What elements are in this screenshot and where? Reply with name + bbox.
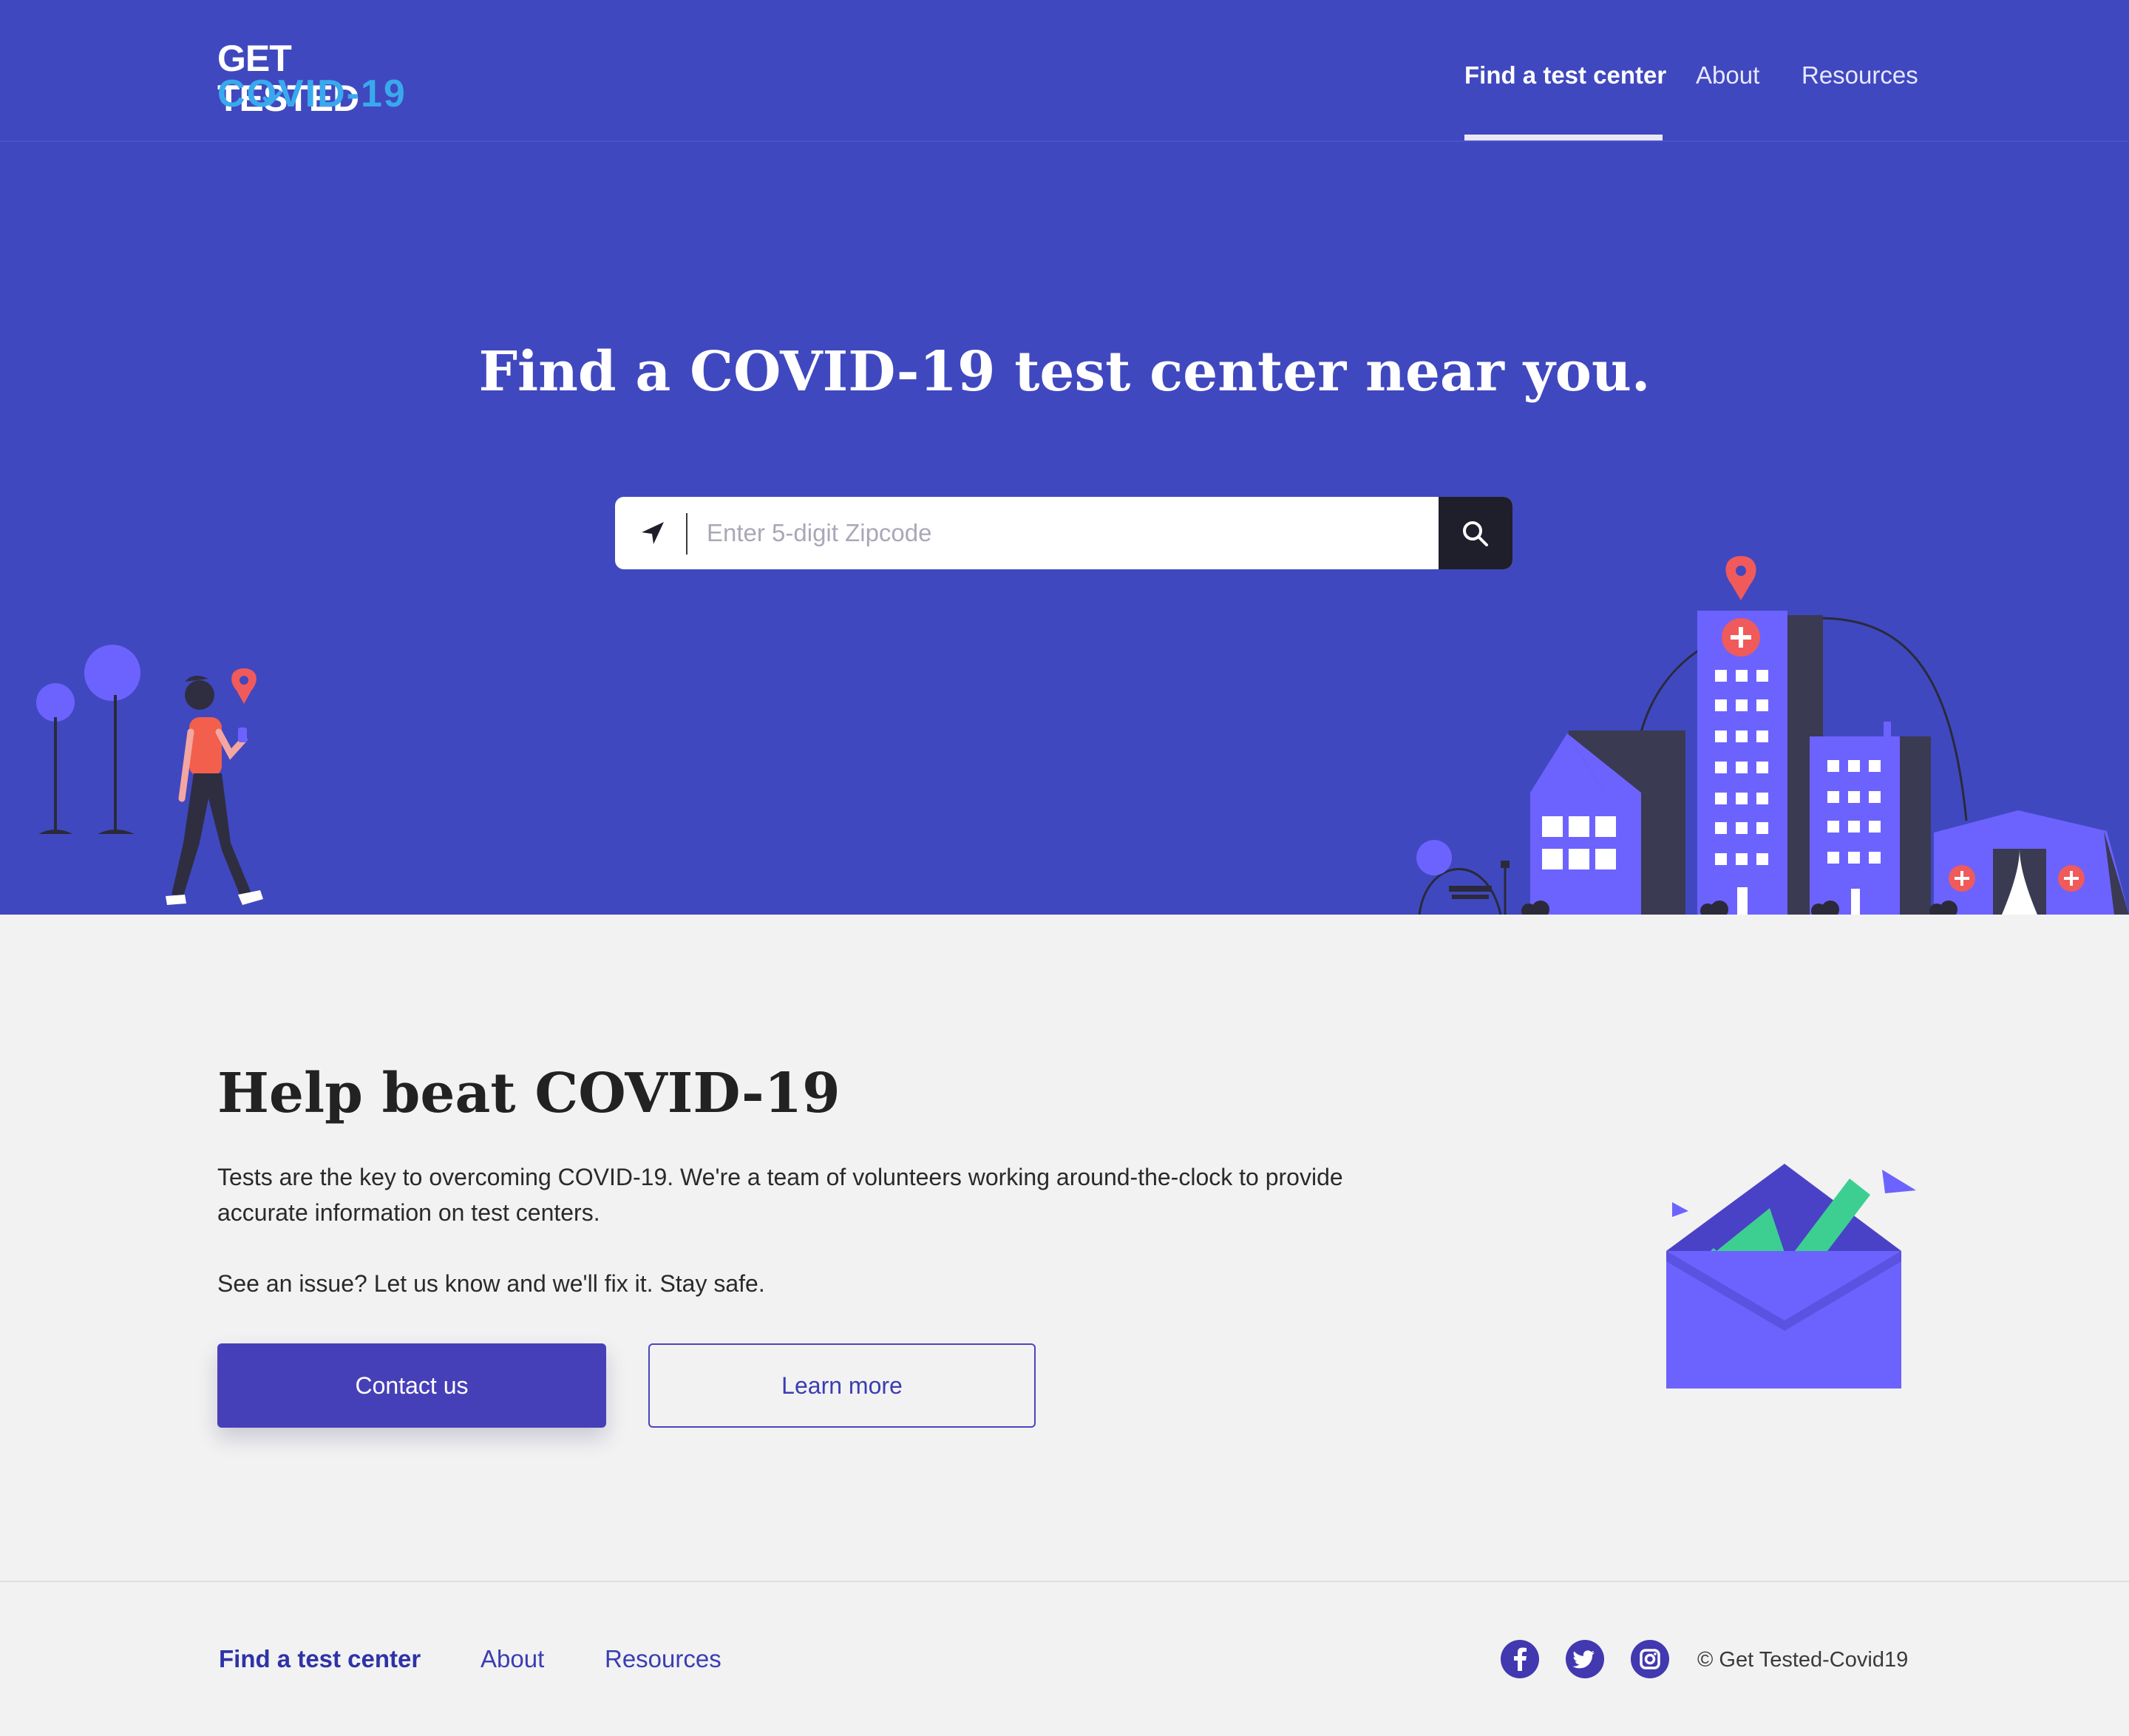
copyright-text: © Get Tested-Covid19 [1697, 1648, 1909, 1672]
logo-line2: COVID-19 [217, 72, 407, 115]
envelope-check-illustration [1666, 1164, 1916, 1389]
help-paragraph-2: See an issue? Let us know and we'll fix … [217, 1270, 765, 1297]
logo-check-icon [262, 90, 282, 106]
help-section-title: Help beat COVID-19 [217, 1062, 841, 1125]
learn-more-button[interactable]: Learn more [648, 1343, 1036, 1428]
footer-nav-about[interactable]: About [481, 1644, 544, 1674]
twitter-icon [1572, 1650, 1595, 1669]
footer-nav-resources[interactable]: Resources [605, 1644, 721, 1674]
nav-active-underline [1464, 135, 1663, 140]
footer-divider [0, 1581, 2129, 1582]
zipcode-search-bar [615, 497, 1512, 569]
site-logo[interactable]: GET TESTED COVID-19 [217, 38, 432, 118]
search-divider [686, 513, 687, 555]
zipcode-input[interactable] [707, 507, 1298, 559]
contact-us-button[interactable]: Contact us [217, 1343, 606, 1428]
hospital-city-illustration [1416, 556, 2129, 915]
hero-title: Find a COVID-19 test center near you. [478, 340, 1651, 404]
facebook-icon [1514, 1647, 1527, 1671]
nav-about[interactable]: About [1696, 61, 1759, 90]
instagram-icon [1640, 1649, 1660, 1669]
footer-nav-find-test-center[interactable]: Find a test center [219, 1644, 421, 1674]
nav-resources[interactable]: Resources [1802, 61, 1918, 90]
instagram-link[interactable] [1631, 1640, 1669, 1678]
walking-woman-illustration [36, 645, 263, 905]
facebook-link[interactable] [1501, 1640, 1539, 1678]
location-arrow-icon[interactable] [637, 518, 668, 549]
twitter-link[interactable] [1566, 1640, 1604, 1678]
help-paragraph-1: Tests are the key to overcoming COVID-19… [217, 1164, 1343, 1226]
hero-section: GET TESTED COVID-19 Find a test center A… [0, 0, 2129, 915]
search-icon [1463, 521, 1488, 546]
nav-find-test-center[interactable]: Find a test center [1464, 61, 1666, 90]
top-navbar: GET TESTED COVID-19 Find a test center A… [0, 0, 2129, 142]
